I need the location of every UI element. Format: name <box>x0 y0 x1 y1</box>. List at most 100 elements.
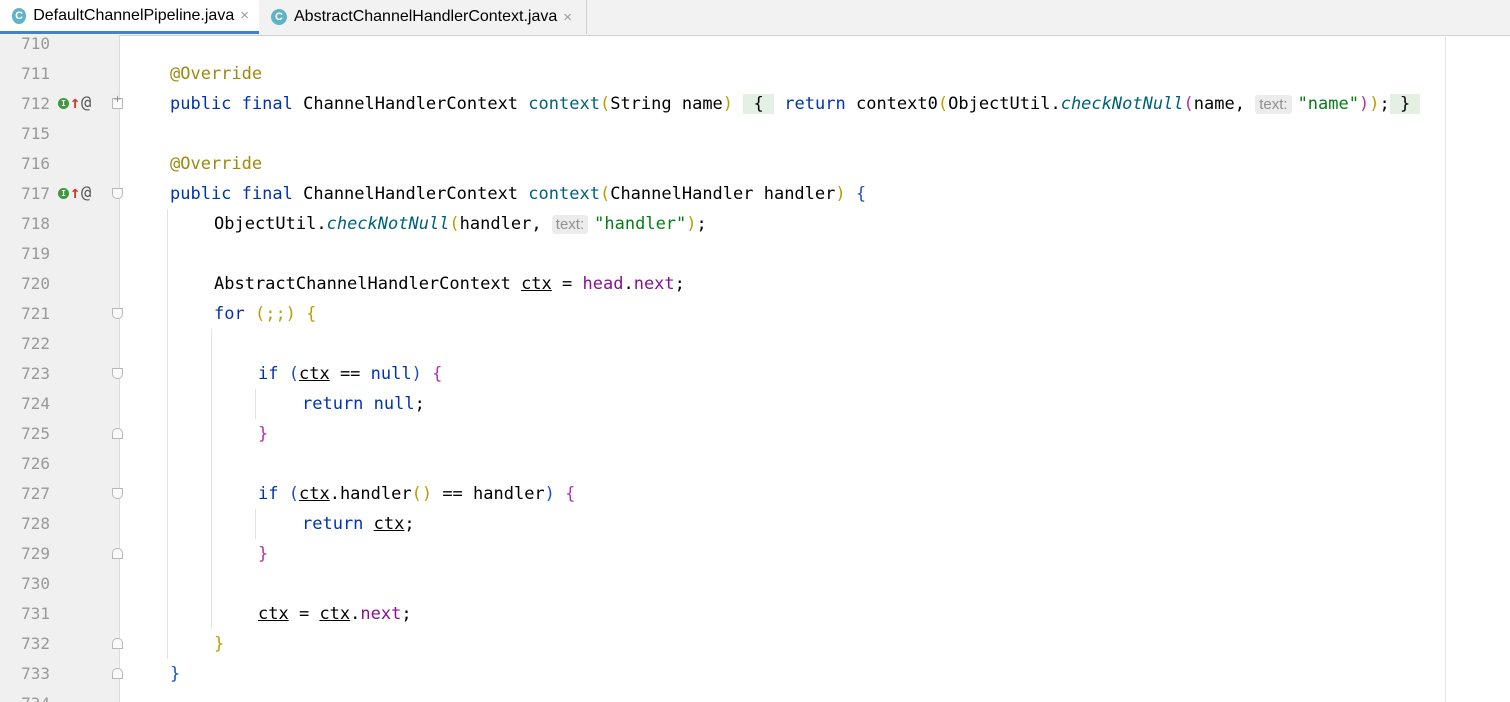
operator: = <box>288 604 320 624</box>
line-number: 712 <box>21 94 50 113</box>
editor-tab-bar: C DefaultChannelPipeline.java × C Abstra… <box>0 0 1510 36</box>
line-number: 729 <box>21 544 50 563</box>
close-icon[interactable]: × <box>240 7 249 24</box>
line-number: 723 <box>21 364 50 383</box>
code-line-729[interactable]: } <box>258 539 268 569</box>
code-line-712[interactable]: public final ChannelHandlerContext conte… <box>170 89 1421 120</box>
variable: ctx <box>521 274 552 294</box>
line-number: 728 <box>21 514 50 533</box>
code-line-733[interactable]: } <box>170 659 180 689</box>
keyword: if <box>258 484 279 504</box>
operator: == <box>329 364 371 384</box>
code-line-723[interactable]: if (ctx == null) { <box>258 359 442 389</box>
code-line-727[interactable]: if (ctx.handler() == handler) { <box>258 479 575 509</box>
params: ChannelHandler handler <box>610 184 836 204</box>
brace: { <box>432 364 443 384</box>
indent-guide <box>255 509 256 539</box>
static-method: checkNotNull <box>1060 94 1184 114</box>
tab-abstract-channel-handler-context[interactable]: C AbstractChannelHandlerContext.java × <box>259 0 587 34</box>
class-ref: ObjectUtil. <box>214 214 327 234</box>
argument: name, <box>1193 94 1256 114</box>
close-icon[interactable]: × <box>563 9 572 26</box>
argument: handler, <box>459 214 552 234</box>
line-number: 721 <box>21 304 50 323</box>
code-line-716[interactable]: @Override <box>170 149 262 179</box>
line-number: 715 <box>21 124 50 143</box>
keyword: return <box>302 394 364 414</box>
paren: ) <box>411 364 422 384</box>
code-line-717[interactable]: public final ChannelHandlerContext conte… <box>170 179 866 209</box>
brace: } <box>258 544 269 564</box>
type-name: ChannelHandlerContext <box>303 184 519 204</box>
keyword: public <box>170 184 232 204</box>
tab-label: AbstractChannelHandlerContext.java <box>294 8 558 25</box>
variable: ctx <box>319 604 351 624</box>
code-line-725[interactable]: } <box>258 419 268 449</box>
line-number: 720 <box>21 274 50 293</box>
code-line-724[interactable]: return null; <box>302 389 425 419</box>
implements-icon[interactable]: I <box>58 98 69 109</box>
code-line-731[interactable]: ctx = ctx.next; <box>258 599 412 629</box>
keyword: return <box>784 94 846 114</box>
parameter-hint: text: <box>1255 95 1292 114</box>
code-line-732[interactable]: } <box>214 629 224 659</box>
variable: ctx <box>373 514 405 534</box>
line-number: 711 <box>21 64 50 83</box>
paren: ) <box>686 214 697 234</box>
paren: ( <box>599 94 611 114</box>
brace: { <box>753 94 764 114</box>
line-number: 719 <box>21 244 50 263</box>
line-number: 727 <box>21 484 50 503</box>
paren: ( <box>599 184 611 204</box>
annotation-at-icon[interactable]: @ <box>81 185 91 202</box>
line-number: 731 <box>21 604 50 623</box>
static-method: checkNotNull <box>326 214 450 234</box>
java-class-icon: C <box>271 9 287 25</box>
dot: . <box>623 274 634 294</box>
implements-icon[interactable]: I <box>58 188 69 199</box>
semicolon: ; <box>404 514 415 534</box>
line-number: 730 <box>21 574 50 593</box>
field: next <box>360 604 402 624</box>
line-number: 724 <box>21 394 50 413</box>
brace: } <box>258 424 269 444</box>
annotation: @Override <box>170 64 263 84</box>
keyword: return <box>302 514 364 534</box>
line-number: 725 <box>21 424 50 443</box>
dot: . <box>350 604 361 624</box>
code-line-728[interactable]: return ctx; <box>302 509 415 539</box>
paren: ( <box>288 364 299 384</box>
indent-guide <box>255 389 256 419</box>
brace: } <box>214 634 225 654</box>
operator: == handler <box>432 484 545 504</box>
string-literal: "name" <box>1297 94 1359 114</box>
field: head <box>582 274 624 294</box>
params: String name <box>610 94 723 114</box>
override-up-arrow-icon[interactable]: ↑ <box>70 185 80 202</box>
semicolon: ; <box>674 274 685 294</box>
method-call: .handler <box>329 484 412 504</box>
type-name: AbstractChannelHandlerContext <box>214 274 511 294</box>
paren: ( <box>288 484 299 504</box>
folded-region[interactable]: } <box>1389 94 1421 114</box>
line-number: 717 <box>21 184 50 203</box>
keyword: null <box>370 364 412 384</box>
code-line-721[interactable]: for (;;) { <box>214 299 316 329</box>
line-number: 722 <box>21 334 50 353</box>
folded-region[interactable]: { <box>743 94 775 114</box>
code-line-711[interactable]: @Override <box>170 59 262 89</box>
override-up-arrow-icon[interactable]: ↑ <box>70 95 80 112</box>
brace: { <box>855 184 867 204</box>
keyword: public <box>170 94 232 114</box>
annotation-at-icon[interactable]: @ <box>81 95 91 112</box>
java-class-icon: C <box>12 7 27 24</box>
paren: ) <box>1358 94 1370 114</box>
code-line-718[interactable]: ObjectUtil.checkNotNull(handler, text: "h… <box>214 209 707 240</box>
method-name: context <box>528 184 600 204</box>
operator: = <box>551 274 583 294</box>
indent-guide <box>167 209 168 659</box>
brace: { <box>565 484 576 504</box>
keyword: for <box>214 304 245 324</box>
code-line-720[interactable]: AbstractChannelHandlerContext ctx = head… <box>214 269 685 299</box>
paren: ) <box>544 484 555 504</box>
